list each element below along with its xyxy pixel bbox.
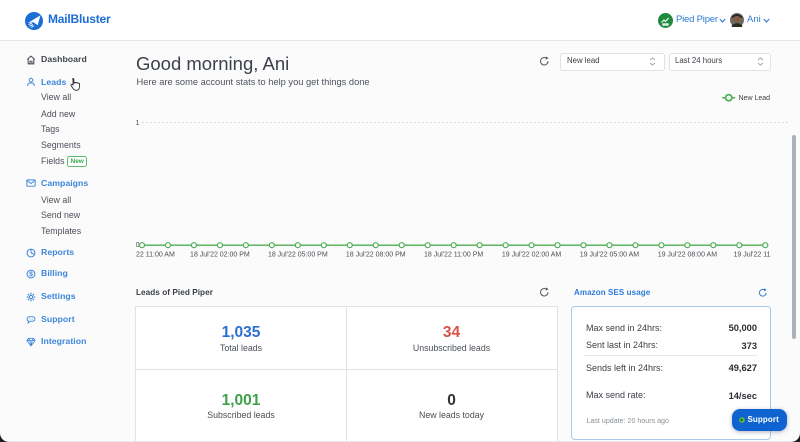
svg-text:18 Jul'22 02:00 PM: 18 Jul'22 02:00 PM xyxy=(190,252,250,259)
svg-text:$: $ xyxy=(29,271,33,278)
svg-text:1: 1 xyxy=(136,120,140,127)
svg-text:19 Jul'22 02:00 AM: 19 Jul'22 02:00 AM xyxy=(502,252,561,259)
svg-text:19 Jul'22 11: 19 Jul'22 11 xyxy=(733,252,770,259)
svg-text:18 Jul'22 08:00 PM: 18 Jul'22 08:00 PM xyxy=(346,252,406,259)
svg-text:New Lead: New Lead xyxy=(739,95,771,102)
svg-text:22 11:00 AM: 22 11:00 AM xyxy=(136,252,175,259)
svg-text:19 Jul'22 05:00 AM: 19 Jul'22 05:00 AM xyxy=(580,252,639,259)
svg-text:18 Jul'22 05:00 PM: 18 Jul'22 05:00 PM xyxy=(268,252,328,259)
svg-text:19 Jul'22 08:00 AM: 19 Jul'22 08:00 AM xyxy=(658,252,717,259)
svg-text:18 Jul'22 11:00 PM: 18 Jul'22 11:00 PM xyxy=(424,252,483,259)
